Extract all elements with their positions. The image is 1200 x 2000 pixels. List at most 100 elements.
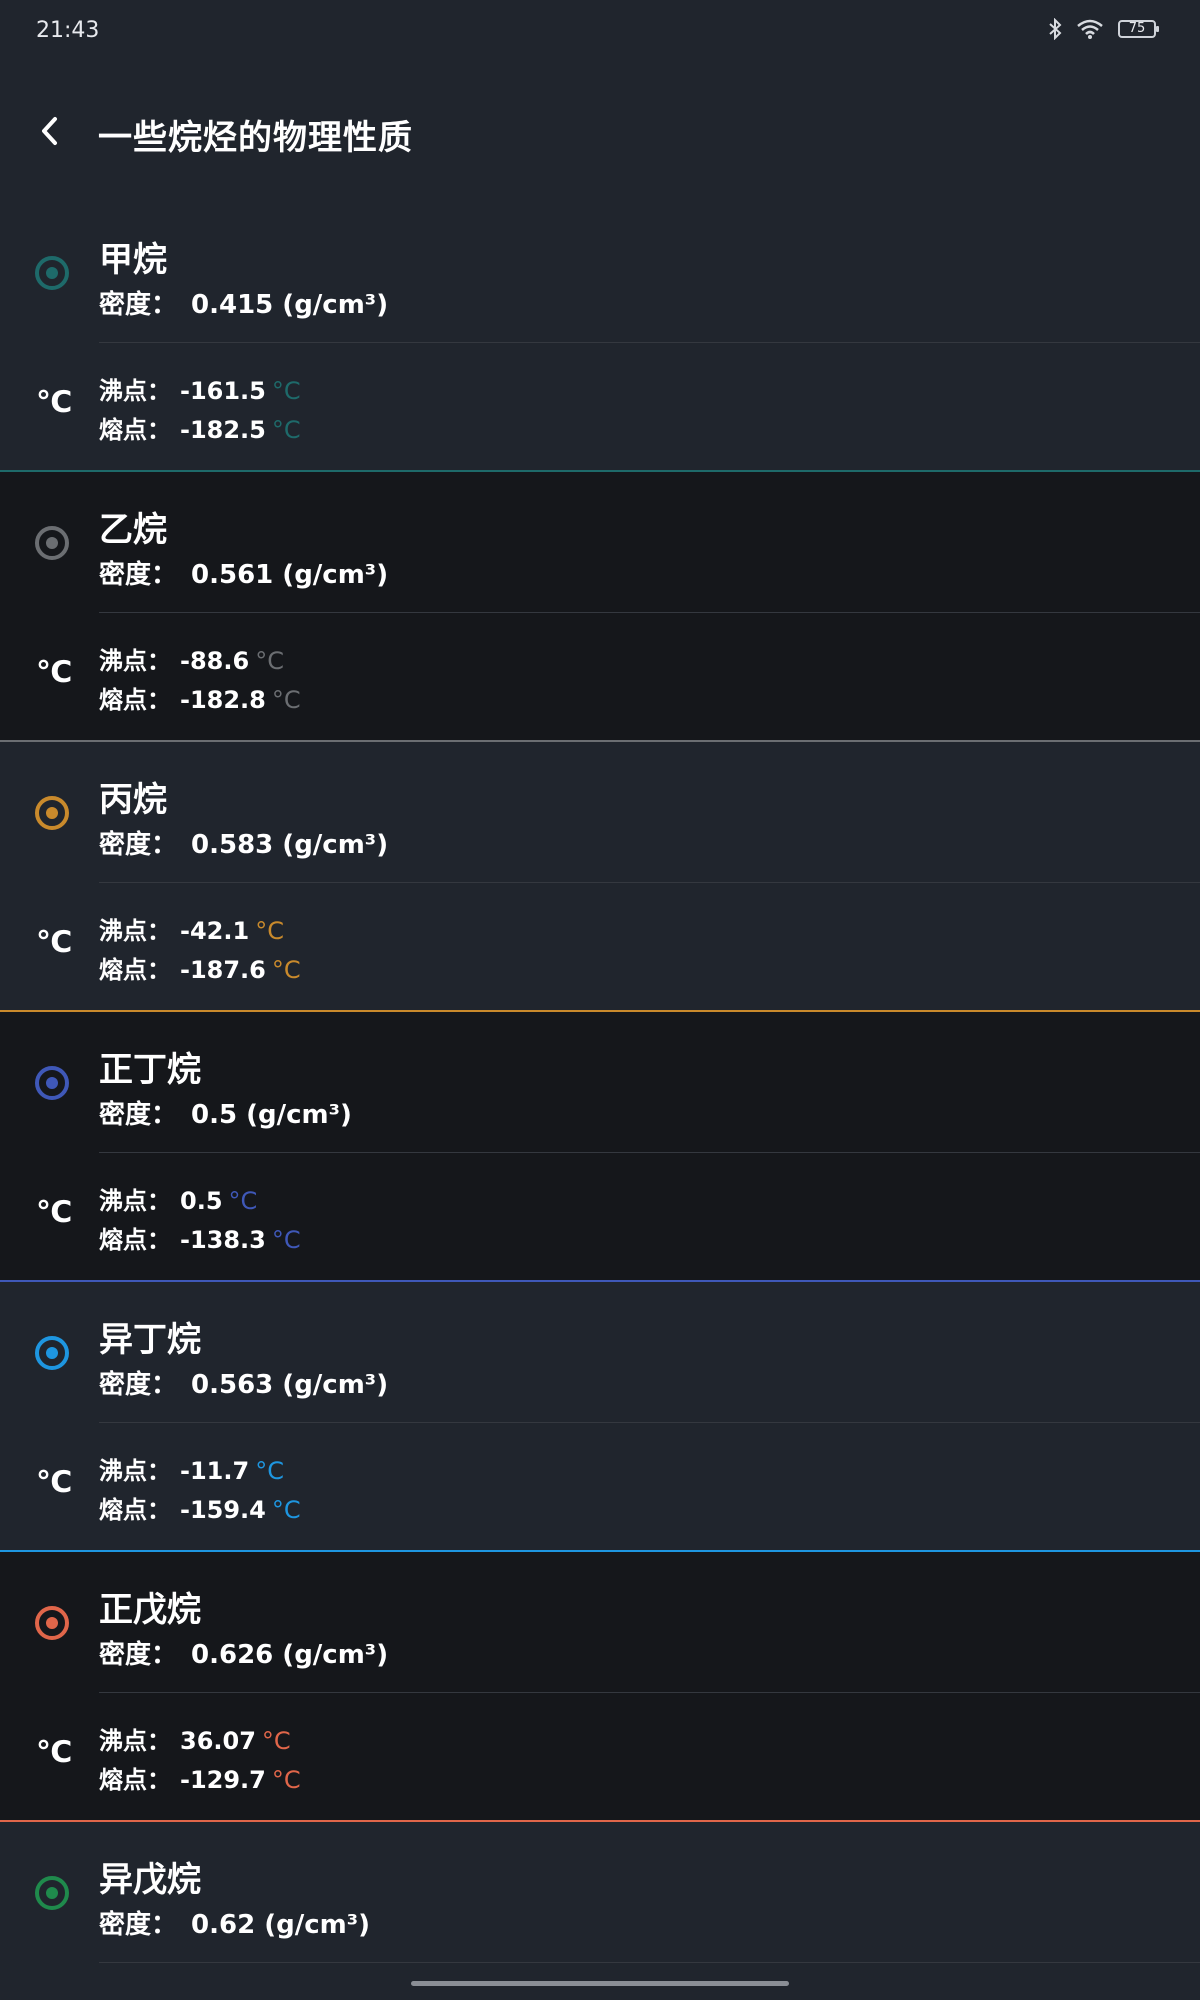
celsius-icon: ℃ [36,385,73,420]
status-icons: 75 [1048,18,1159,40]
boiling-value: 36.07 [180,1727,256,1755]
unit-label: °C [271,686,301,714]
radio-target-icon [35,256,69,290]
boiling-value: -88.6 [180,647,250,675]
boiling-value: -161.5 [180,377,266,405]
unit-label: °C [255,1457,284,1485]
density-value: 0.583 (g/cm³) [191,830,389,860]
card-header: 异丁烷密度： 0.563 (g/cm³) [0,1282,1200,1422]
unit-label: °C [271,377,301,405]
radio-target-icon [35,1336,69,1370]
alkane-card[interactable]: 丙烷 密度： 0.583 (g/cm³) ℃ 沸点： -42.1 °C 熔点： -187.6 °C [0,742,1200,1012]
boiling-label: 沸点： [99,377,171,405]
melting-label: 熔点： [99,1766,171,1794]
alkane-name: 异丁烷 [99,1320,201,1360]
melting-label: 熔点： [99,1226,171,1254]
alkane-card[interactable]: 乙烷 密度： 0.561 (g/cm³) ℃ 沸点： -88.6 °C 熔点： -182.8 °C [0,472,1200,742]
unit-label: °C [261,1727,291,1755]
alkane-name: 正丁烷 [99,1050,201,1090]
temperature-section: ℃ 沸点： 0.5 °C 熔点： -138.3 °C [0,1153,1200,1281]
card-header: 正丁烷 密度： 0.5 (g/cm³) [0,1012,1200,1152]
home-indicator[interactable] [411,1981,789,1986]
density-value: 0.415 (g/cm³) [191,290,389,320]
melting-point-row: 熔点： -129.7 °C [99,1760,301,1795]
density-label: 密度： [99,560,178,590]
unit-label: °C [271,1766,301,1794]
density-line: 密度： 0.62 (g/cm³) [99,1904,370,1941]
alkane-name: 丙烷 [99,780,167,820]
alkane-card[interactable]: 异戊烷密度： 0.62 (g/cm³) [0,1822,1200,2000]
melting-value: -182.5 [180,416,266,444]
chevron-left-icon [42,117,57,145]
density-line: 密度： 0.583 (g/cm³) [99,824,388,861]
bluetooth-icon [1048,18,1062,40]
melting-point-row: 熔点： -187.6 °C [99,950,301,985]
temperature-section: ℃ 沸点： 36.07 °C 熔点： -129.7 °C [0,1693,1200,1821]
card-header: 甲烷密度： 0.415 (g/cm³) [0,202,1200,342]
density-line: 密度： 0.561 (g/cm³) [99,554,388,591]
temperature-section: ℃ 沸点： -11.7 °C 熔点： -159.4 °C [0,1423,1200,1551]
melting-value: -129.7 [180,1766,266,1794]
density-line: 密度： 0.563 (g/cm³) [99,1364,388,1401]
boiling-point-row: 沸点： -88.6 °C [99,641,284,676]
status-bar: 21:43 75 [0,0,1200,66]
melting-value: -182.8 [180,686,266,714]
density-value: 0.626 (g/cm³) [191,1640,389,1670]
boiling-label: 沸点： [99,917,171,945]
card-header: 异戊烷密度： 0.62 (g/cm³) [0,1822,1200,1962]
density-value: 0.5 (g/cm³) [191,1100,352,1130]
wifi-icon [1076,18,1104,40]
temperature-section: ℃ 沸点： -161.5 °C 熔点： -182.5 °C [0,343,1200,471]
melting-point-row: 熔点： -159.4 °C [99,1490,301,1525]
alkane-card[interactable]: 正丁烷 密度： 0.5 (g/cm³) ℃ 沸点： 0.5 °C 熔点： -138.3 °C [0,1012,1200,1282]
boiling-point-row: 沸点： -161.5 °C [99,371,301,406]
melting-label: 熔点： [99,416,171,444]
alkane-name: 异戊烷 [99,1860,201,1900]
celsius-icon: ℃ [36,1735,73,1770]
radio-target-icon [35,1876,69,1910]
back-button[interactable] [26,108,72,154]
melting-point-row: 熔点： -138.3 °C [99,1220,301,1255]
melting-value: -159.4 [180,1496,266,1524]
app-screen: 21:43 75 一些烷烃的物理性质 甲烷密度： 0.415 (g/cm³) ℃ 沸点… [0,0,1200,2000]
radio-target-icon [35,526,69,560]
melting-value: -138.3 [180,1226,266,1254]
boiling-label: 沸点： [99,1457,171,1485]
alkane-card[interactable]: 异丁烷 密度： 0.563 (g/cm³) ℃ 沸点： -11.7 °C 熔点： -159.4 °… [0,1282,1200,1552]
radio-target-icon [35,1066,69,1100]
card-header: 正戊烷密度： 0.626 (g/cm³) [0,1552,1200,1692]
alkane-card[interactable]: 甲烷密度： 0.415 (g/cm³) ℃ 沸点： -161.5 °C 熔点： -182.5 °… [0,202,1200,472]
alkane-name: 甲烷 [99,240,167,280]
alkane-name: 正戊烷 [99,1590,201,1630]
density-line: 密度： 0.626 (g/cm³) [99,1634,388,1671]
celsius-icon: ℃ [36,1195,73,1230]
density-label: 密度： [99,1910,178,1940]
density-value: 0.62 (g/cm³) [191,1910,370,1940]
density-label: 密度： [99,290,178,320]
radio-target-icon [35,796,69,830]
density-label: 密度： [99,1370,178,1400]
boiling-point-row: 沸点： -42.1 °C [99,911,284,946]
boiling-label: 沸点： [99,1187,171,1215]
melting-value: -187.6 [180,956,266,984]
boiling-label: 沸点： [99,647,171,675]
app-header: 一些烷烃的物理性质 [0,100,1200,172]
celsius-icon: ℃ [36,925,73,960]
unit-label: °C [271,1226,301,1254]
boiling-label: 沸点： [99,1727,171,1755]
boiling-value: -42.1 [180,917,250,945]
page-title: 一些烷烃的物理性质 [98,118,413,158]
boiling-point-row: 沸点： 0.5 °C [99,1181,257,1216]
card-header: 乙烷 密度： 0.561 (g/cm³) [0,472,1200,612]
alkane-list: 甲烷 密度： 0.415 (g/cm³) ℃ 沸点： -161.5 °C 熔点： -182.5 °… [0,202,1200,2000]
unit-label: °C [271,416,301,444]
density-line: 密度： 0.415 (g/cm³) [99,284,388,321]
unit-label: °C [271,1496,301,1524]
radio-target-icon [35,1606,69,1640]
celsius-icon: ℃ [36,1465,73,1500]
status-time: 21:43 [36,18,100,43]
density-label: 密度： [99,830,178,860]
alkane-card[interactable]: 正戊烷 密度： 0.626 (g/cm³) ℃ 沸点： 36.07 °C 熔点： -129.7 °… [0,1552,1200,1822]
divider [99,1962,1200,1963]
melting-label: 熔点： [99,1496,171,1524]
